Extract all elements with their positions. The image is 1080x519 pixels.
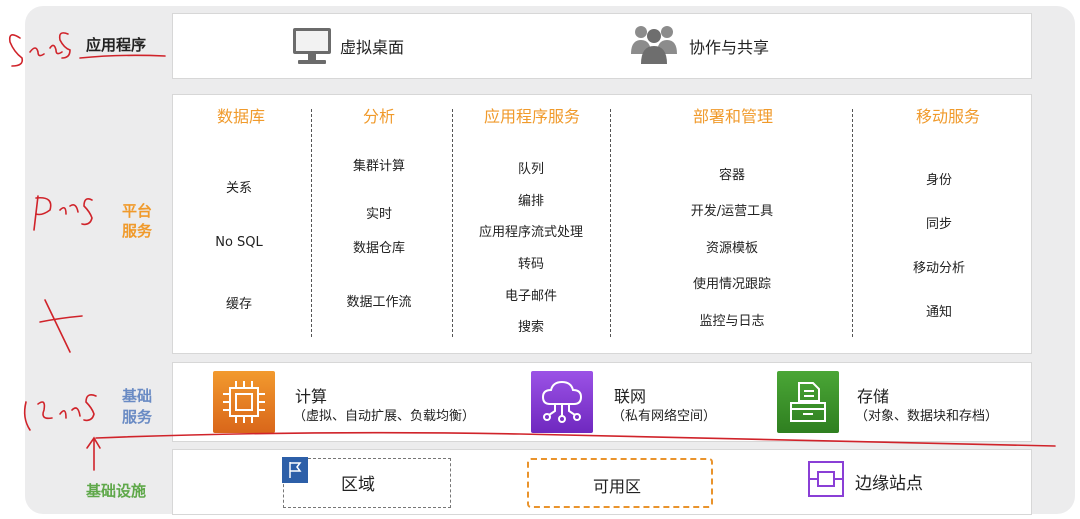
handwritten-annotations [8,32,1056,471]
